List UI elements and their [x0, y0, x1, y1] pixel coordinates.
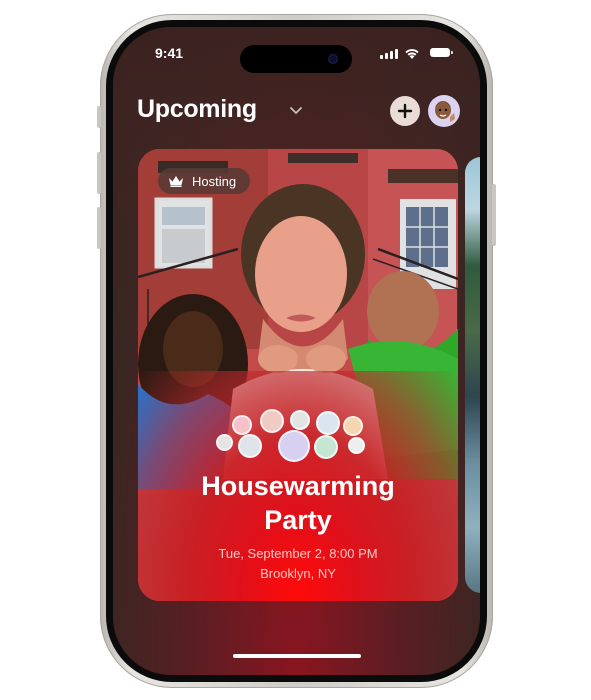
event-location: Brooklyn, NY — [260, 566, 336, 581]
guest-avatar — [216, 434, 233, 451]
action-button — [97, 106, 101, 128]
hosting-badge: Hosting — [158, 168, 251, 194]
power-button — [492, 184, 496, 246]
dynamic-island — [240, 45, 352, 73]
guest-avatar — [290, 410, 310, 430]
status-time: 9:41 — [155, 45, 184, 61]
home-indicator[interactable] — [232, 654, 361, 658]
guest-avatar — [314, 435, 338, 459]
wifi-icon — [405, 49, 419, 59]
event-title-line-1: Housewarming — [201, 471, 395, 501]
profile-avatar-button[interactable] — [428, 95, 460, 127]
next-event-card-peek[interactable] — [465, 157, 480, 593]
crown-icon — [169, 176, 183, 187]
volume-down-button — [97, 207, 101, 249]
plus-icon — [397, 103, 413, 119]
hosting-label: Hosting — [192, 173, 237, 189]
guest-avatar — [260, 409, 284, 433]
event-title-line-2: Party — [264, 505, 332, 535]
header: Upcoming — [137, 95, 460, 135]
battery-icon — [430, 48, 453, 57]
guest-avatar — [316, 411, 340, 435]
screen: 9:41 Upcoming Hosting Housewarming Party… — [113, 27, 480, 675]
event-datetime: Tue, September 2, 8:00 PM — [218, 546, 378, 561]
cellular-signal-icon — [380, 49, 398, 59]
phone-frame: 9:41 Upcoming Hosting Housewarming Party… — [97, 14, 496, 688]
status-bar: 9:41 — [113, 39, 480, 73]
add-event-button[interactable] — [390, 96, 420, 126]
guest-avatar — [238, 434, 262, 458]
guest-avatars[interactable] — [216, 407, 378, 462]
event-title: Housewarming Party — [138, 469, 458, 537]
front-camera — [328, 54, 338, 64]
page-title[interactable]: Upcoming — [137, 95, 257, 124]
event-details: Tue, September 2, 8:00 PM Brooklyn, NY — [138, 544, 458, 584]
guest-avatar — [343, 416, 363, 436]
memoji-avatar-icon — [435, 101, 455, 122]
guest-avatar — [232, 415, 252, 435]
chevron-down-icon[interactable] — [289, 103, 303, 117]
event-card[interactable]: Hosting Housewarming Party Tue, Septembe… — [138, 149, 458, 601]
guest-avatar — [278, 430, 310, 462]
guest-avatar — [348, 437, 365, 454]
volume-up-button — [97, 152, 101, 194]
